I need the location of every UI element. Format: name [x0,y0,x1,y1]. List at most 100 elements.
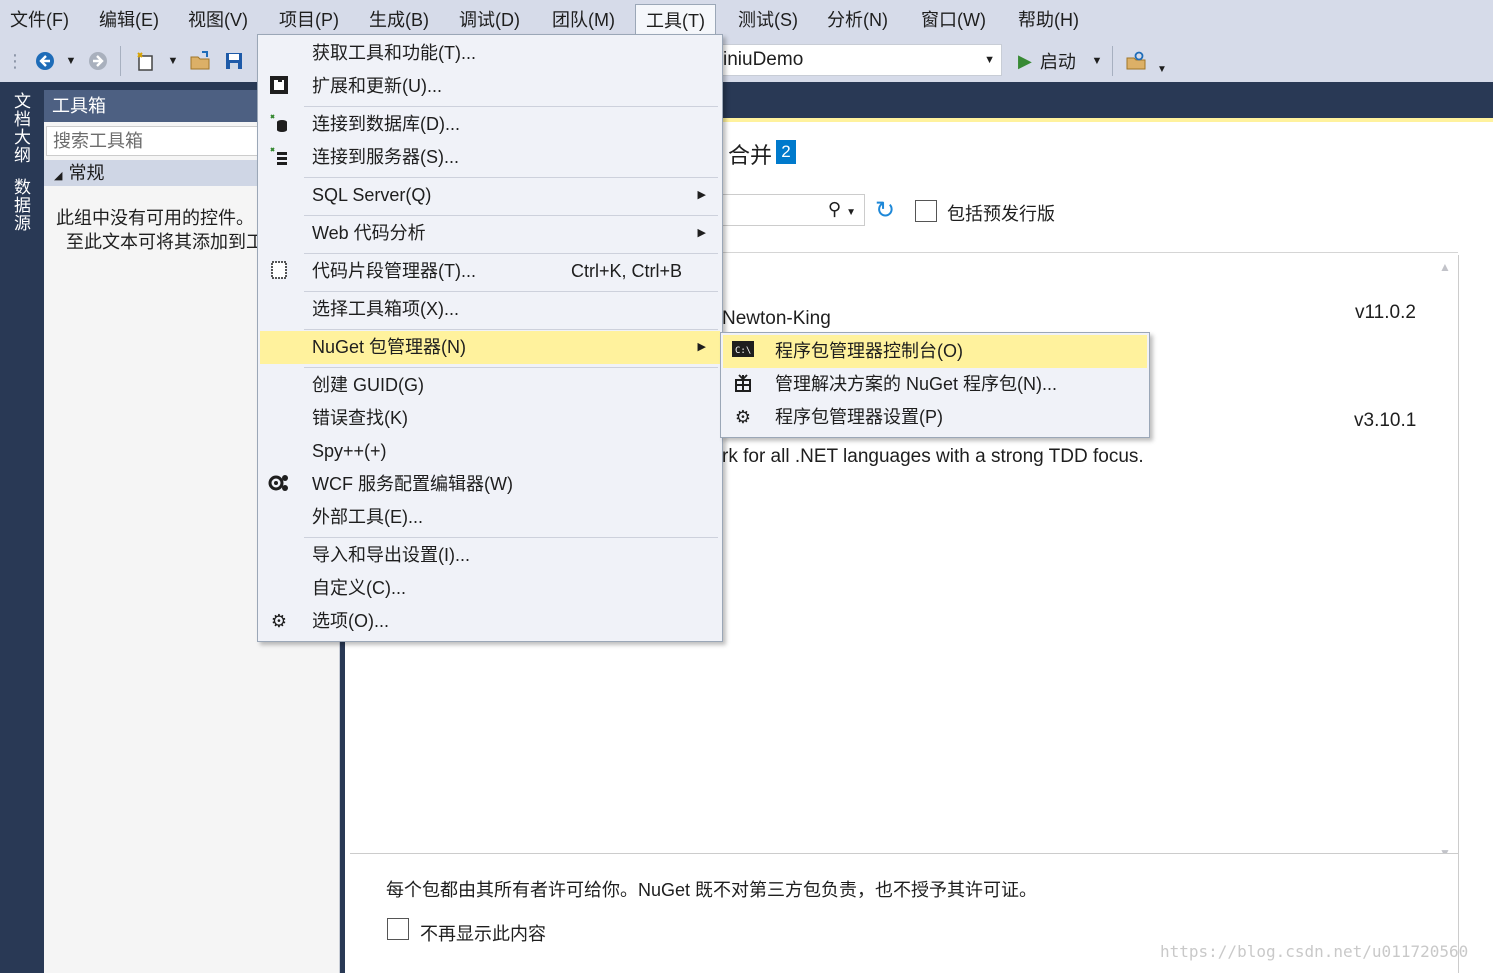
menu-item-label: 管理解决方案的 NuGet 程序包(N)... [775,374,1058,394]
submenu-arrow-icon: ▶ [697,189,706,201]
menu-file[interactable]: 文件(F) [0,0,79,40]
menu-help[interactable]: 帮助(H) [1008,0,1089,40]
menu-item-label: 代码片段管理器(T)... [312,261,476,281]
dont-show-checkbox[interactable] [387,918,409,940]
startup-project-combo[interactable]: iniuDemo ▼ [716,44,1002,76]
open-folder-icon[interactable] [188,46,212,76]
start-dropdown-icon[interactable]: ▼ [1090,46,1104,76]
menu-item-label: 连接到服务器(S)... [312,147,459,167]
menu-item-shortcut: Ctrl+K, Ctrl+B [571,261,683,281]
submenu-arrow-icon: ▶ [697,227,706,239]
save-icon[interactable] [222,46,246,76]
details-panel-edge [1458,255,1459,973]
forward-icon[interactable] [87,46,109,76]
gear-icon: ⚙ [734,407,752,427]
package-list-scrollbar[interactable]: ▲ ▼ [1433,260,1457,860]
menu-item-label: 程序包管理器设置(P) [775,407,943,427]
package-version: v3.10.1 [1354,410,1417,431]
menu-item-web-code-analysis[interactable]: Web 代码分析 ▶ [260,217,720,250]
tab-document-outline[interactable]: 文档大纲 [8,92,33,164]
menu-item-get-tools[interactable]: 获取工具和功能(T)... [260,37,720,70]
start-label: 启动 [1039,52,1076,72]
package-icon [731,373,755,395]
menu-item-label: 自定义(C)... [312,578,406,598]
menu-item-label: Web 代码分析 [312,223,426,243]
tab-data-sources[interactable]: 数据源 [8,178,33,232]
find-in-files-icon[interactable] [1124,46,1148,76]
left-tab-strip: 文档大纲 数据源 [0,82,42,973]
menu-item-manage-nuget-packages[interactable]: 管理解决方案的 NuGet 程序包(N)... [723,368,1147,401]
menu-item-customize[interactable]: 自定义(C)... [260,572,720,605]
start-button[interactable]: ▶ 启动 [1018,46,1098,76]
menu-item-spy[interactable]: Spy++(+) [260,435,720,468]
collapse-triangle-icon: ◢ [54,170,63,182]
menu-item-label: 扩展和更新(U)... [312,76,442,96]
new-project-icon[interactable] [134,46,158,76]
watermark: https://blog.csdn.net/u011720560 [1160,942,1469,961]
menu-view[interactable]: 视图(V) [178,0,258,40]
menu-item-error-lookup[interactable]: 错误查找(K) [260,402,720,435]
consolidate-count-badge: 2 [776,140,796,164]
license-notice: 每个包都由其所有者许可给你。NuGet 既不对第三方包负责，也不授予其许可证。 [386,880,1038,900]
menu-item-extensions[interactable]: 扩展和更新(U)... [260,70,720,103]
nuget-submenu: C:\ 程序包管理器控制台(O) 管理解决方案的 NuGet 程序包(N)...… [720,332,1150,438]
database-icon [268,113,290,135]
toolbar-separator [1112,46,1113,76]
menu-item-connect-server[interactable]: 连接到服务器(S)... [260,141,720,174]
menu-bar: 文件(F) 编辑(E) 视图(V) 项目(P) 生成(B) 调试(D) 团队(M… [0,0,1493,40]
menu-item-label: 错误查找(K) [312,408,408,428]
menu-item-label: 选择工具箱项(X)... [312,299,459,319]
tab-consolidate[interactable]: 合并 [728,138,772,170]
menu-item-snippets-manager[interactable]: 代码片段管理器(T)... Ctrl+K, Ctrl+B [260,255,720,288]
menu-item-choose-toolbox-items[interactable]: 选择工具箱项(X)... [260,293,720,326]
menu-edit[interactable]: 编辑(E) [89,0,169,40]
package-version: v11.0.2 [1355,302,1416,323]
menu-item-external-tools[interactable]: 外部工具(E)... [260,501,720,534]
menu-item-label: NuGet 包管理器(N) [312,337,467,357]
toolbar-overflow-icon[interactable]: ▼ [1156,54,1168,84]
menu-item-label: Spy++(+) [312,441,387,461]
menu-analyze[interactable]: 分析(N) [817,0,898,40]
back-icon[interactable] [34,46,56,76]
menu-item-nuget[interactable]: NuGet 包管理器(N) ▶ [260,331,720,364]
new-project-dropdown-icon[interactable]: ▼ [166,46,180,76]
dont-show-label: 不再显示此内容 [420,924,546,944]
menu-item-label: 导入和导出设置(I)... [312,545,470,565]
menu-item-label: 程序包管理器控制台(O) [775,341,963,361]
toolbar-separator [120,46,121,76]
menu-item-label: 获取工具和功能(T)... [312,43,476,63]
menu-item-wcf-config-editor[interactable]: WCF 服务配置编辑器(W) [260,468,720,501]
menu-item-label: 连接到数据库(D)... [312,114,460,134]
console-icon: C:\ [731,340,755,362]
chevron-down-icon: ▼ [984,54,995,66]
prerelease-checkbox[interactable] [915,200,937,222]
menu-item-options[interactable]: ⚙ 选项(O)... [260,605,720,638]
menu-item-connect-database[interactable]: 连接到数据库(D)... [260,108,720,141]
toolbox-group-label: 常规 [68,163,105,183]
back-dropdown-icon[interactable]: ▼ [64,46,78,76]
menu-item-sql-server[interactable]: SQL Server(Q) ▶ [260,179,720,212]
menu-window[interactable]: 窗口(W) [911,0,996,40]
menu-item-package-manager-console[interactable]: C:\ 程序包管理器控制台(O) [723,335,1147,368]
menu-item-package-manager-settings[interactable]: ⚙ 程序包管理器设置(P) [723,401,1147,434]
search-icon: ⚲ ▼ [827,199,856,219]
menu-item-label: 创建 GUID(G) [312,375,424,395]
play-icon: ▶ [1018,50,1032,71]
package-author: Newton-King [722,308,831,329]
menu-item-label: SQL Server(Q) [312,185,432,205]
menu-item-import-export-settings[interactable]: 导入和导出设置(I)... [260,539,720,572]
snippet-icon [268,260,290,282]
menu-item-label: 外部工具(E)... [312,507,423,527]
server-icon [268,146,290,168]
package-description: rk for all .NET languages with a strong … [722,446,1144,467]
menu-item-create-guid[interactable]: 创建 GUID(G) [260,369,720,402]
scroll-up-icon[interactable]: ▲ [1439,260,1451,274]
menu-item-label: 选项(O)... [312,611,389,631]
startup-project-value: iniuDemo [723,49,804,70]
toolbar-grip-icon[interactable]: ⋮ [6,46,24,76]
package-search-input[interactable]: ⚲ ▼ [705,194,865,226]
wcf-config-icon [268,473,290,495]
gear-icon: ⚙ [270,611,288,631]
menu-test[interactable]: 测试(S) [728,0,808,40]
refresh-icon[interactable]: ↻ [875,196,895,225]
